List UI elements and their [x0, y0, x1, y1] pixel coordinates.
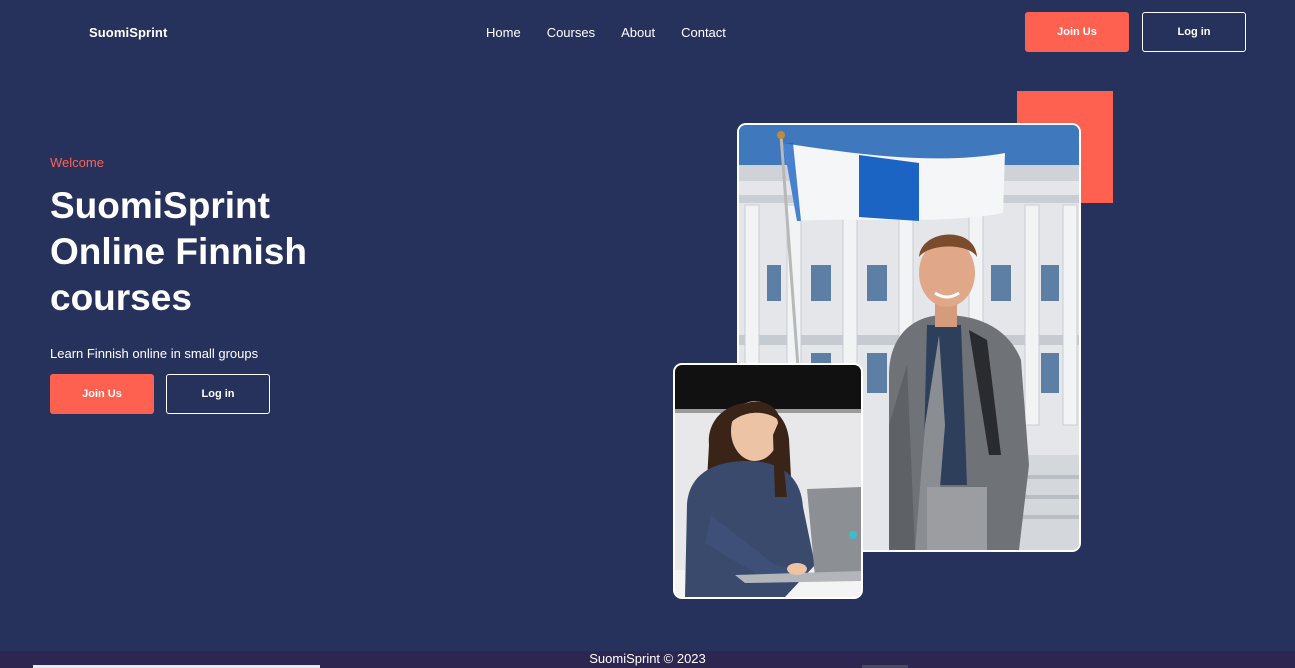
nav-link-courses[interactable]: Courses [547, 25, 595, 40]
nav-login-button[interactable]: Log in [1142, 12, 1246, 52]
footer-copyright: SuomiSprint © 2023 [589, 651, 706, 666]
hero-login-button[interactable]: Log in [166, 374, 270, 414]
nav-links: Home Courses About Contact [486, 25, 752, 40]
nav-link-about[interactable]: About [621, 25, 655, 40]
nav-link-home[interactable]: Home [486, 25, 521, 40]
nav-join-button[interactable]: Join Us [1025, 12, 1129, 52]
hero-kicker: Welcome [50, 155, 104, 170]
brand-logo[interactable]: SuomiSprint [89, 25, 167, 40]
hero-title: SuomiSprint Online Finnish courses [50, 185, 307, 318]
hero-photo-woman-laptop [673, 363, 863, 599]
nav-link-contact[interactable]: Contact [681, 25, 726, 40]
woman-laptop-illustration [675, 365, 861, 597]
hero-subtitle: Learn Finnish online in small groups [50, 346, 259, 361]
hero-join-button[interactable]: Join Us [50, 374, 154, 414]
